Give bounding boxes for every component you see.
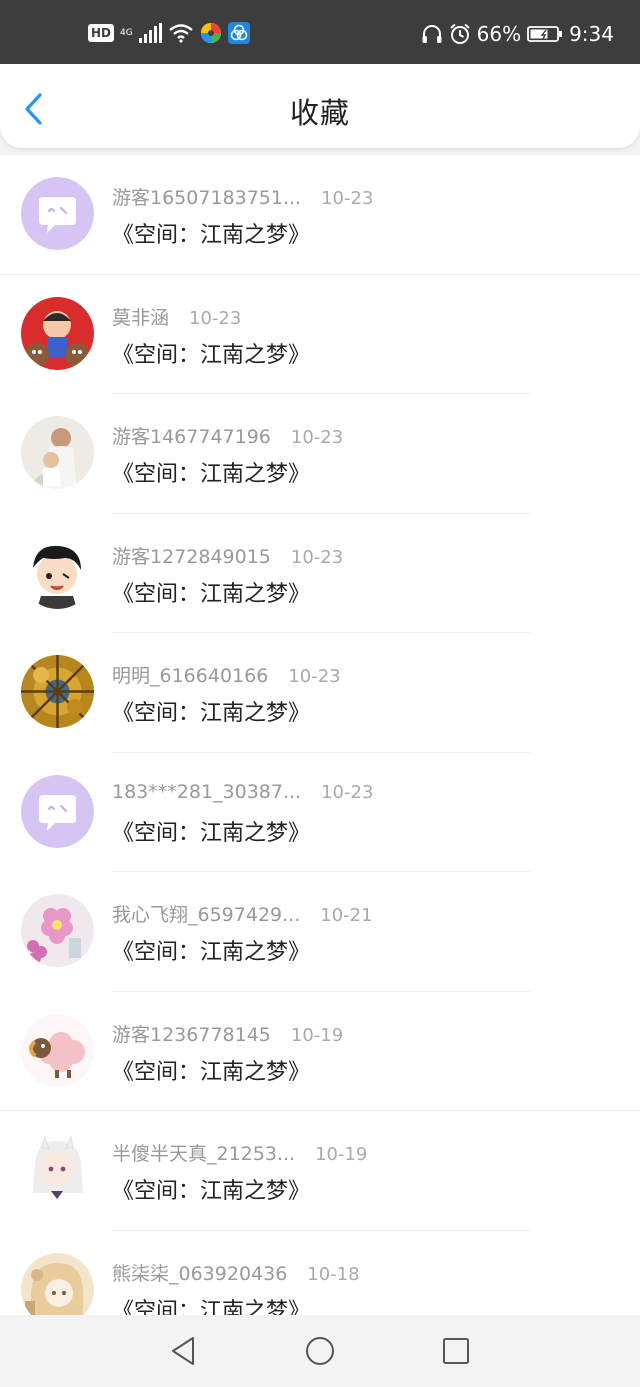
- battery-icon: [527, 26, 563, 42]
- status-right: 66% 9:34: [421, 22, 614, 46]
- user-name[interactable]: 熊柒柒_063920436: [112, 1259, 287, 1286]
- list-item[interactable]: 明明_616640166 10-23 《空间：江南之梦》: [0, 633, 640, 753]
- pinwheel-app-icon: [200, 23, 221, 43]
- nav-home-icon[interactable]: [304, 1335, 336, 1367]
- avatar[interactable]: [21, 894, 94, 967]
- hd-badge: HD: [88, 24, 115, 42]
- rings-app-icon: [227, 22, 250, 44]
- item-date: 10-18: [307, 1263, 360, 1285]
- item-title[interactable]: 《空间：江南之梦》: [112, 456, 310, 488]
- page-title: 收藏: [289, 96, 350, 130]
- item-meta: 我心飞翔_6597429... 10-21: [112, 900, 373, 927]
- item-title[interactable]: 《空间：江南之梦》: [112, 1293, 310, 1316]
- user-name[interactable]: 明明_616640166: [112, 661, 268, 688]
- system-nav-bar: [0, 1315, 640, 1387]
- item-meta: 莫非涵 10-23: [112, 303, 241, 330]
- status-left: HD 4G: [88, 22, 250, 44]
- list-item[interactable]: 莫非涵 10-23 《空间：江南之梦》: [0, 275, 640, 394]
- avatar[interactable]: [21, 416, 94, 489]
- user-name[interactable]: 游客16507183751...: [112, 183, 301, 210]
- list-item[interactable]: 熊柒柒_063920436 10-18 《空间：江南之梦》: [0, 1231, 640, 1316]
- item-title[interactable]: 《空间：江南之梦》: [112, 695, 310, 727]
- battery-percent: 66%: [476, 22, 522, 46]
- user-name[interactable]: 我心飞翔_6597429...: [112, 900, 300, 927]
- item-meta: 明明_616640166 10-23: [112, 661, 341, 688]
- item-date: 10-23: [321, 781, 374, 803]
- item-date: 10-23: [321, 188, 374, 209]
- item-meta: 游客1272849015 10-23: [112, 542, 343, 569]
- item-date: 10-23: [189, 307, 242, 329]
- user-name[interactable]: 游客1467747196: [112, 422, 271, 449]
- list-item[interactable]: 我心飞翔_6597429... 10-21 《空间：江南之梦》: [0, 872, 640, 992]
- avatar[interactable]: [21, 1013, 94, 1087]
- signal-icon: [138, 23, 162, 43]
- user-name[interactable]: 游客1272849015: [112, 542, 271, 569]
- clock: 9:34: [569, 22, 614, 46]
- list-item[interactable]: 半傻半天真_21253... 10-19 《空间：江南之梦》: [0, 1111, 640, 1231]
- item-meta: 游客16507183751... 10-23: [112, 183, 373, 210]
- item-title[interactable]: 《空间：江南之梦》: [112, 1173, 310, 1205]
- network-label: 4G: [120, 27, 133, 38]
- item-title[interactable]: 《空间：江南之梦》: [112, 1054, 310, 1086]
- item-date: 10-21: [320, 905, 373, 926]
- avatar[interactable]: [21, 296, 94, 370]
- item-meta: 熊柒柒_063920436 10-18: [112, 1259, 360, 1286]
- headphones-icon: [422, 25, 442, 43]
- avatar[interactable]: [21, 774, 94, 848]
- item-date: 10-19: [315, 1144, 368, 1165]
- avatar[interactable]: [21, 655, 94, 728]
- user-name[interactable]: 183***281_30387...: [112, 781, 301, 803]
- item-date: 10-23: [290, 427, 344, 448]
- user-name[interactable]: 莫非涵: [112, 303, 169, 330]
- list-item[interactable]: 游客1272849015 10-23 《空间：江南之梦》: [0, 514, 640, 633]
- item-date: 10-23: [288, 666, 341, 687]
- item-meta: 183***281_30387... 10-23: [112, 781, 373, 803]
- avatar[interactable]: [21, 177, 94, 250]
- item-date: 10-19: [290, 1024, 344, 1046]
- avatar[interactable]: [21, 1133, 94, 1206]
- list-item[interactable]: 游客16507183751... 10-23 《空间：江南之梦》: [0, 155, 640, 275]
- item-title[interactable]: 《空间：江南之梦》: [112, 337, 310, 369]
- status-bar: HD 4G 66% 9:34: [0, 0, 640, 64]
- list-item[interactable]: 游客1467747196 10-23 《空间：江南之梦》: [0, 394, 640, 514]
- item-meta: 半傻半天真_21253... 10-19: [112, 1139, 367, 1166]
- item-title[interactable]: 《空间：江南之梦》: [112, 815, 310, 847]
- nav-recents-icon[interactable]: [441, 1335, 471, 1367]
- wifi-icon: [168, 24, 193, 43]
- item-title[interactable]: 《空间：江南之梦》: [112, 217, 310, 249]
- list-item[interactable]: 游客1236778145 10-19 《空间：江南之梦》: [0, 992, 640, 1111]
- avatar[interactable]: [21, 535, 94, 609]
- favorites-list: 游客16507183751... 10-23 《空间：江南之梦》 莫非涵 10-23…: [0, 155, 640, 1315]
- item-meta: 游客1467747196 10-23: [112, 422, 343, 449]
- user-name[interactable]: 半傻半天真_21253...: [112, 1139, 295, 1166]
- list-item[interactable]: 183***281_30387... 10-23 《空间：江南之梦》: [0, 753, 640, 872]
- item-title[interactable]: 《空间：江南之梦》: [112, 934, 310, 966]
- item-date: 10-23: [290, 546, 344, 568]
- item-meta: 游客1236778145 10-19: [112, 1020, 343, 1047]
- app-header: 收藏: [0, 64, 640, 148]
- nav-back-icon[interactable]: [168, 1335, 198, 1367]
- user-name[interactable]: 游客1236778145: [112, 1020, 271, 1047]
- item-title[interactable]: 《空间：江南之梦》: [112, 576, 310, 608]
- avatar[interactable]: [21, 1252, 94, 1315]
- alarm-icon: [449, 23, 470, 44]
